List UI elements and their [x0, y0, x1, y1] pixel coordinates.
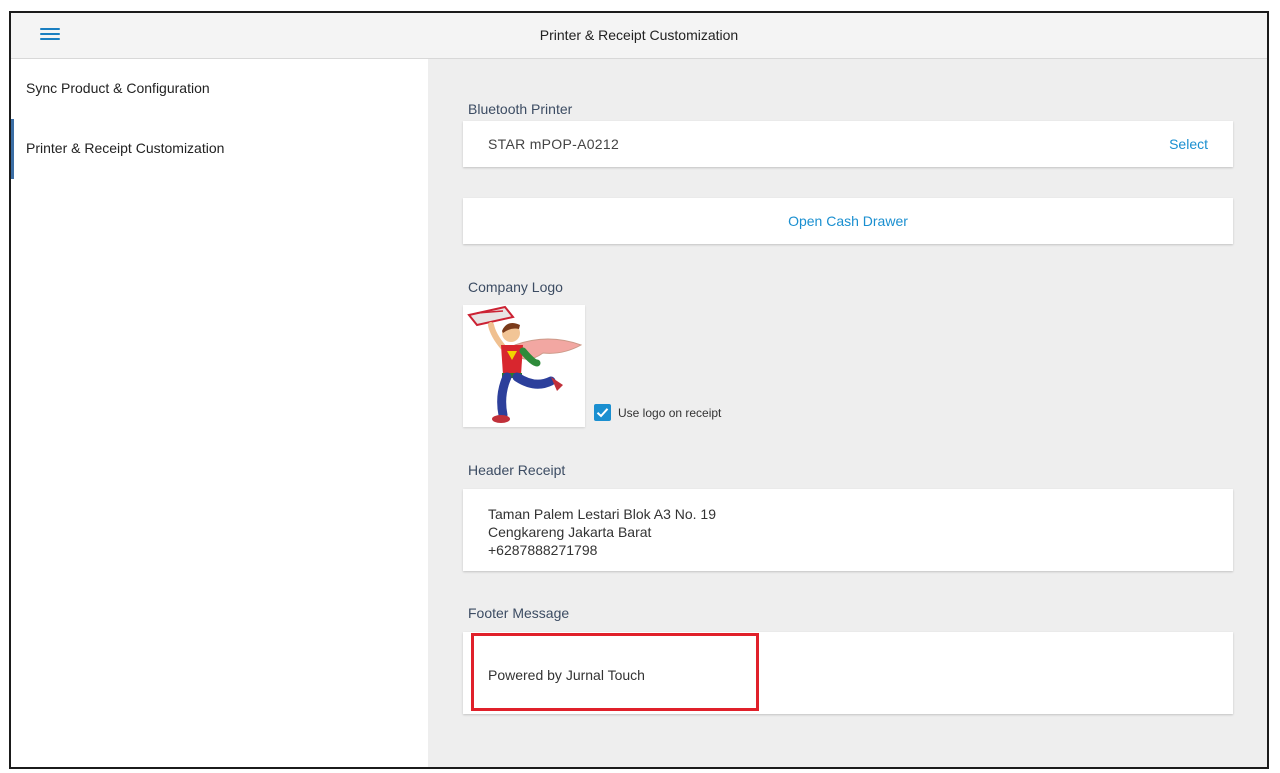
printer-name: STAR mPOP-A0212	[488, 136, 620, 152]
app-window: Printer & Receipt Customization Sync Pro…	[9, 11, 1269, 769]
mascot-logo-icon	[467, 305, 583, 423]
cash-drawer-card: Open Cash Drawer	[463, 198, 1233, 244]
checkbox-checked-icon[interactable]	[594, 404, 611, 421]
select-printer-button[interactable]: Select	[1169, 136, 1208, 152]
top-bar: Printer & Receipt Customization	[11, 13, 1267, 59]
sidebar: Sync Product & Configuration Printer & R…	[11, 59, 428, 767]
company-logo-label: Company Logo	[468, 279, 563, 295]
bluetooth-printer-label: Bluetooth Printer	[468, 101, 573, 117]
company-logo-image[interactable]	[463, 305, 585, 427]
sidebar-item-sync-product[interactable]: Sync Product & Configuration	[11, 59, 428, 119]
open-cash-drawer-button[interactable]: Open Cash Drawer	[463, 198, 1233, 244]
page-title: Printer & Receipt Customization	[539, 27, 739, 43]
footer-message-textarea[interactable]: Powered by Jurnal Touch	[488, 666, 1208, 684]
footer-message-card: Powered by Jurnal Touch	[463, 632, 1233, 714]
header-receipt-label: Header Receipt	[468, 462, 566, 478]
footer-message-label: Footer Message	[468, 605, 570, 621]
header-receipt-textarea[interactable]: Taman Palem Lestari Blok A3 No. 19 Cengk…	[488, 505, 1208, 559]
main-content: Bluetooth Printer STAR mPOP-A0212 Select…	[428, 59, 1267, 767]
sidebar-item-printer-receipt[interactable]: Printer & Receipt Customization	[11, 119, 428, 179]
sidebar-item-label: Sync Product & Configuration	[26, 80, 210, 96]
bluetooth-printer-card: STAR mPOP-A0212 Select	[463, 121, 1233, 167]
header-receipt-card: Taman Palem Lestari Blok A3 No. 19 Cengk…	[463, 489, 1233, 571]
sidebar-item-label: Printer & Receipt Customization	[26, 140, 225, 156]
use-logo-label: Use logo on receipt	[618, 406, 722, 420]
